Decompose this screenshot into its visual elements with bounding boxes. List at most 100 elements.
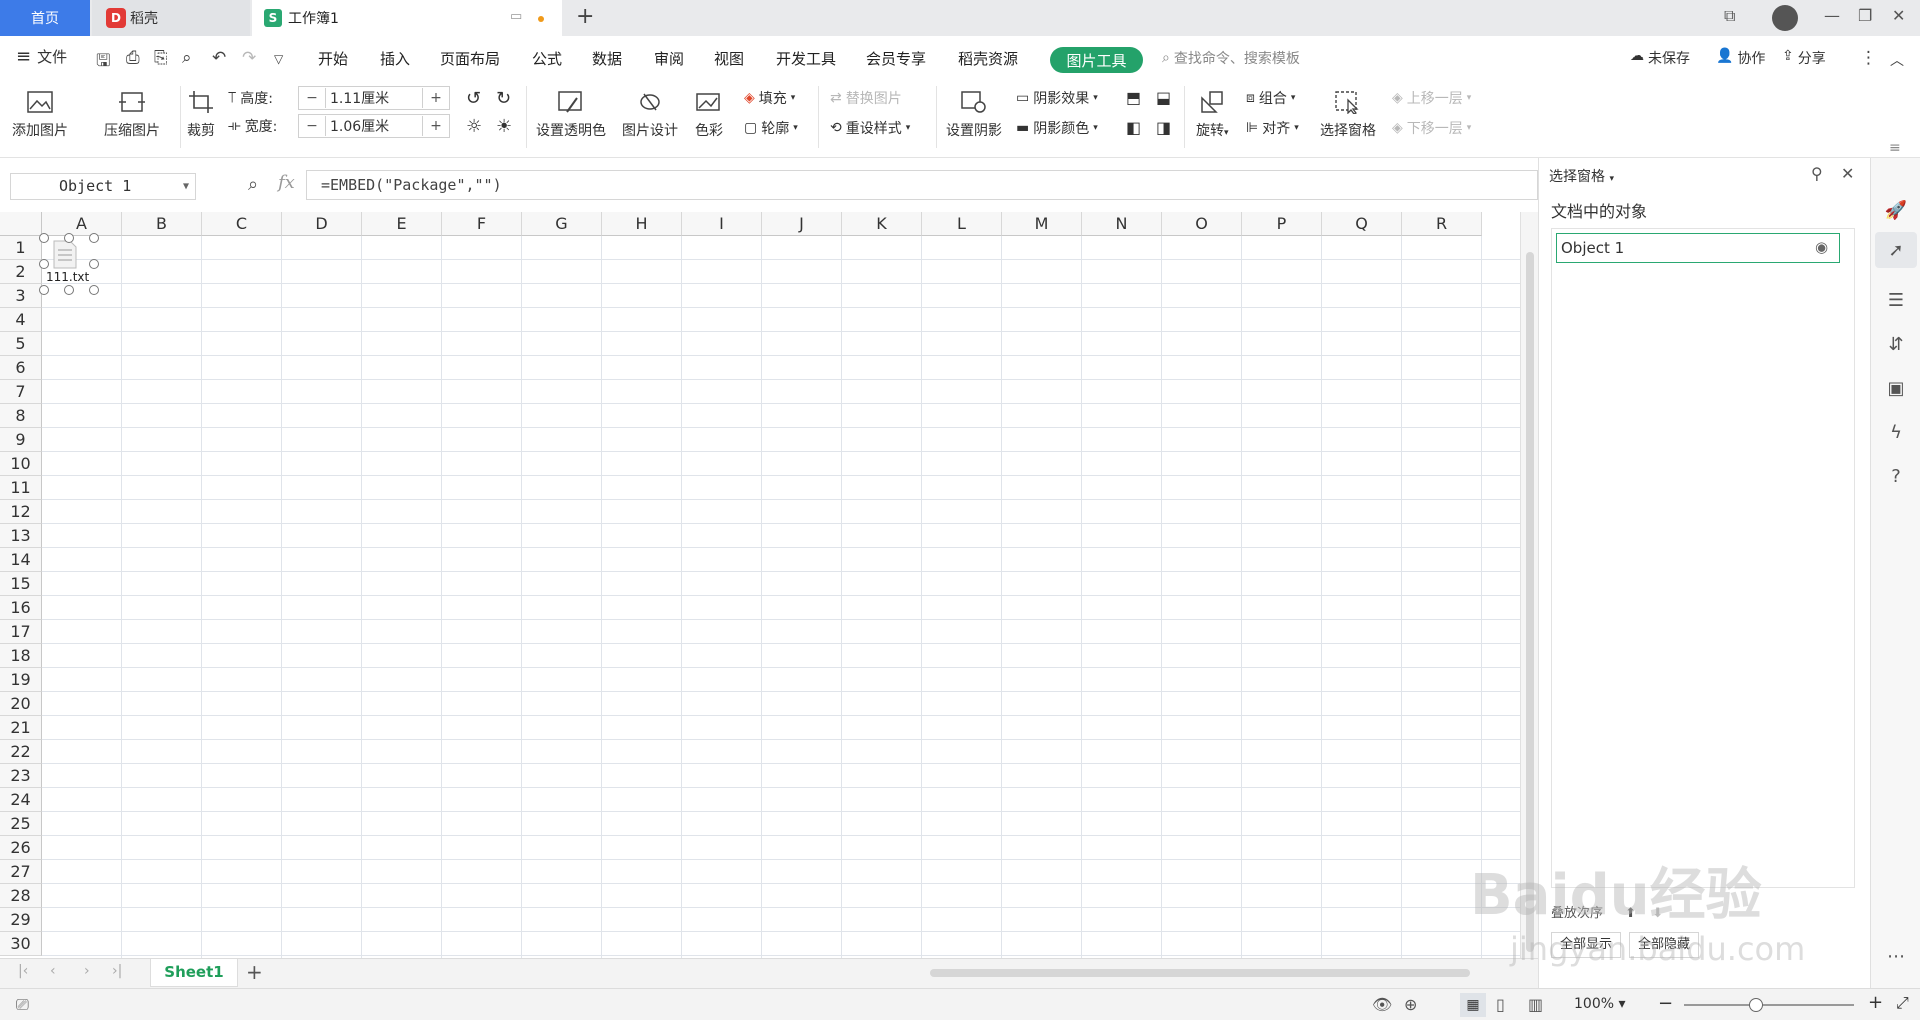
name-box[interactable]: Object 1 ▼ — [10, 173, 196, 200]
row-header-9[interactable]: 9 — [0, 428, 42, 452]
horizontal-scrollbar[interactable] — [900, 965, 1500, 981]
bring-forward-button[interactable]: ◈ 上移一层 ▾ — [1392, 88, 1471, 108]
tab-picture-tools[interactable]: 图片工具 — [1050, 47, 1143, 73]
sidebar-menu-icon[interactable]: ≡ — [1889, 140, 1901, 156]
share-button[interactable]: ⇪ 分享 — [1782, 48, 1826, 68]
zoom-function-icon[interactable]: ⌕ — [248, 174, 258, 195]
column-header-a[interactable]: A — [42, 212, 122, 236]
chevron-down-icon[interactable]: ▼ — [183, 174, 189, 199]
row-header-20[interactable]: 20 — [0, 692, 42, 716]
zoom-level[interactable]: 100% ▾ — [1574, 996, 1626, 1012]
height-value[interactable]: 1.11厘米 — [325, 88, 423, 108]
more-options-icon[interactable]: ⋮ — [1860, 48, 1877, 68]
window-layout-icon[interactable]: ⧉ — [1724, 6, 1735, 26]
zoom-slider[interactable] — [1684, 998, 1854, 1012]
select-all-corner[interactable] — [0, 212, 42, 236]
row-header-3[interactable]: 3 — [0, 284, 42, 308]
replace-picture-button[interactable]: ⇄ 替换图片 — [830, 88, 902, 108]
height-stepper[interactable]: − 1.11厘米 + — [298, 86, 450, 110]
more-icon[interactable]: ⋯ — [1884, 944, 1908, 968]
shadow-right-icon[interactable]: ◨ — [1156, 118, 1171, 137]
row-header-23[interactable]: 23 — [0, 764, 42, 788]
compress-picture-button[interactable]: 压缩图片 — [104, 88, 160, 140]
shadow-up-icon[interactable]: ⬒ — [1126, 88, 1141, 107]
transform-icon[interactable]: ⇵ — [1884, 332, 1908, 356]
row-header-24[interactable]: 24 — [0, 788, 42, 812]
picture-edit-icon[interactable]: ▣ — [1884, 376, 1908, 400]
group-button[interactable]: ⧈ 组合 ▾ — [1246, 88, 1295, 108]
row-header-28[interactable]: 28 — [0, 884, 42, 908]
row-header-12[interactable]: 12 — [0, 500, 42, 524]
brightness-up-icon[interactable]: ☼ — [466, 116, 482, 137]
row-header-29[interactable]: 29 — [0, 908, 42, 932]
row-header-13[interactable]: 13 — [0, 524, 42, 548]
tab-start[interactable]: 开始 — [318, 48, 348, 69]
rocket-icon[interactable]: 🚀 — [1884, 198, 1908, 222]
row-header-6[interactable]: 6 — [0, 356, 42, 380]
embedded-file-object[interactable]: 111.txt — [39, 233, 99, 295]
eye-protection-icon[interactable]: 👁 — [1372, 995, 1392, 1014]
send-backward-button[interactable]: ◈ 下移一层 ▾ — [1392, 118, 1471, 138]
close-window-icon[interactable]: ✕ — [1892, 6, 1905, 25]
prev-sheet-icon[interactable]: ‹ — [50, 963, 56, 979]
vertical-scroll-thumb[interactable] — [1526, 252, 1534, 952]
row-header-7[interactable]: 7 — [0, 380, 42, 404]
export-pdf-icon[interactable]: ⎙ — [126, 48, 140, 68]
row-header-4[interactable]: 4 — [0, 308, 42, 332]
selection-pane-button[interactable]: 选择窗格 — [1320, 88, 1376, 140]
sheet-tab-sheet1[interactable]: Sheet1 — [150, 959, 238, 987]
row-header-26[interactable]: 26 — [0, 836, 42, 860]
shadow-down-icon[interactable]: ⬓ — [1156, 88, 1171, 107]
save-status-button[interactable]: ☁ 未保存 — [1630, 48, 1690, 68]
picture-design-button[interactable]: 图片设计 — [622, 88, 678, 140]
row-header-19[interactable]: 19 — [0, 668, 42, 692]
spreadsheet-grid[interactable]: ABCDEFGHIJKLMNOPQR 1 2 3 4 5 6 7 8 9 10 11 12 13 14 15… — [0, 212, 1520, 958]
column-header-l[interactable]: L — [922, 212, 1002, 236]
next-sheet-icon[interactable]: › — [84, 963, 90, 979]
column-header-h[interactable]: H — [602, 212, 682, 236]
last-sheet-icon[interactable]: ›| — [112, 963, 122, 979]
height-increment[interactable]: + — [423, 90, 449, 106]
column-header-i[interactable]: I — [682, 212, 762, 236]
collapse-ribbon-icon[interactable]: ︿ — [1890, 50, 1904, 70]
row-header-15[interactable]: 15 — [0, 572, 42, 596]
tab-workbook[interactable]: S 工作簿1 ▭ — [252, 0, 562, 36]
column-header-b[interactable]: B — [122, 212, 202, 236]
reset-style-button[interactable]: ⟲ 重设样式 ▾ — [830, 118, 910, 138]
row-header-8[interactable]: 8 — [0, 404, 42, 428]
tab-review[interactable]: 审阅 — [654, 48, 684, 69]
row-header-11[interactable]: 11 — [0, 476, 42, 500]
column-header-c[interactable]: C — [202, 212, 282, 236]
row-header-2[interactable]: 2 — [0, 260, 42, 284]
column-header-g[interactable]: G — [522, 212, 602, 236]
shadow-effect-button[interactable]: ▭ 阴影效果 ▾ — [1016, 88, 1098, 108]
page-break-view-icon[interactable]: ▥ — [1528, 995, 1543, 1014]
undo-icon[interactable]: ↶ — [212, 48, 226, 68]
print-preview-icon[interactable]: ⌕ — [182, 48, 192, 68]
row-header-5[interactable]: 5 — [0, 332, 42, 356]
row-header-10[interactable]: 10 — [0, 452, 42, 476]
normal-view-button[interactable]: ▦ — [1460, 993, 1486, 1017]
selection-pane-header[interactable]: 选择窗格 ▾ — [1549, 166, 1614, 186]
row-header-14[interactable]: 14 — [0, 548, 42, 572]
macro-record-icon[interactable]: ⎚ — [16, 995, 29, 1015]
horizontal-scroll-thumb[interactable] — [930, 969, 1470, 977]
column-header-m[interactable]: M — [1002, 212, 1082, 236]
tab-member[interactable]: 会员专享 — [866, 48, 926, 69]
resize-handle[interactable] — [89, 233, 99, 243]
color-button[interactable]: 色彩 — [694, 88, 724, 140]
fill-button[interactable]: ◈ 填充 ▾ — [744, 88, 795, 108]
resize-handle[interactable] — [64, 233, 74, 243]
row-header-27[interactable]: 27 — [0, 860, 42, 884]
new-tab-button[interactable]: + — [576, 4, 594, 29]
column-header-q[interactable]: Q — [1322, 212, 1402, 236]
width-increment[interactable]: + — [423, 118, 449, 134]
monitor-icon[interactable]: ▭ — [510, 9, 522, 24]
column-header-r[interactable]: R — [1402, 212, 1482, 236]
row-header-30[interactable]: 30 — [0, 932, 42, 956]
visibility-eye-icon[interactable]: ◉ — [1815, 238, 1828, 256]
brightness-down-icon[interactable]: ☀ — [496, 116, 512, 137]
print-icon[interactable]: ⎘ — [154, 48, 168, 68]
zoom-in-icon[interactable]: + — [1868, 992, 1883, 1013]
width-stepper[interactable]: − 1.06厘米 + — [298, 114, 450, 138]
